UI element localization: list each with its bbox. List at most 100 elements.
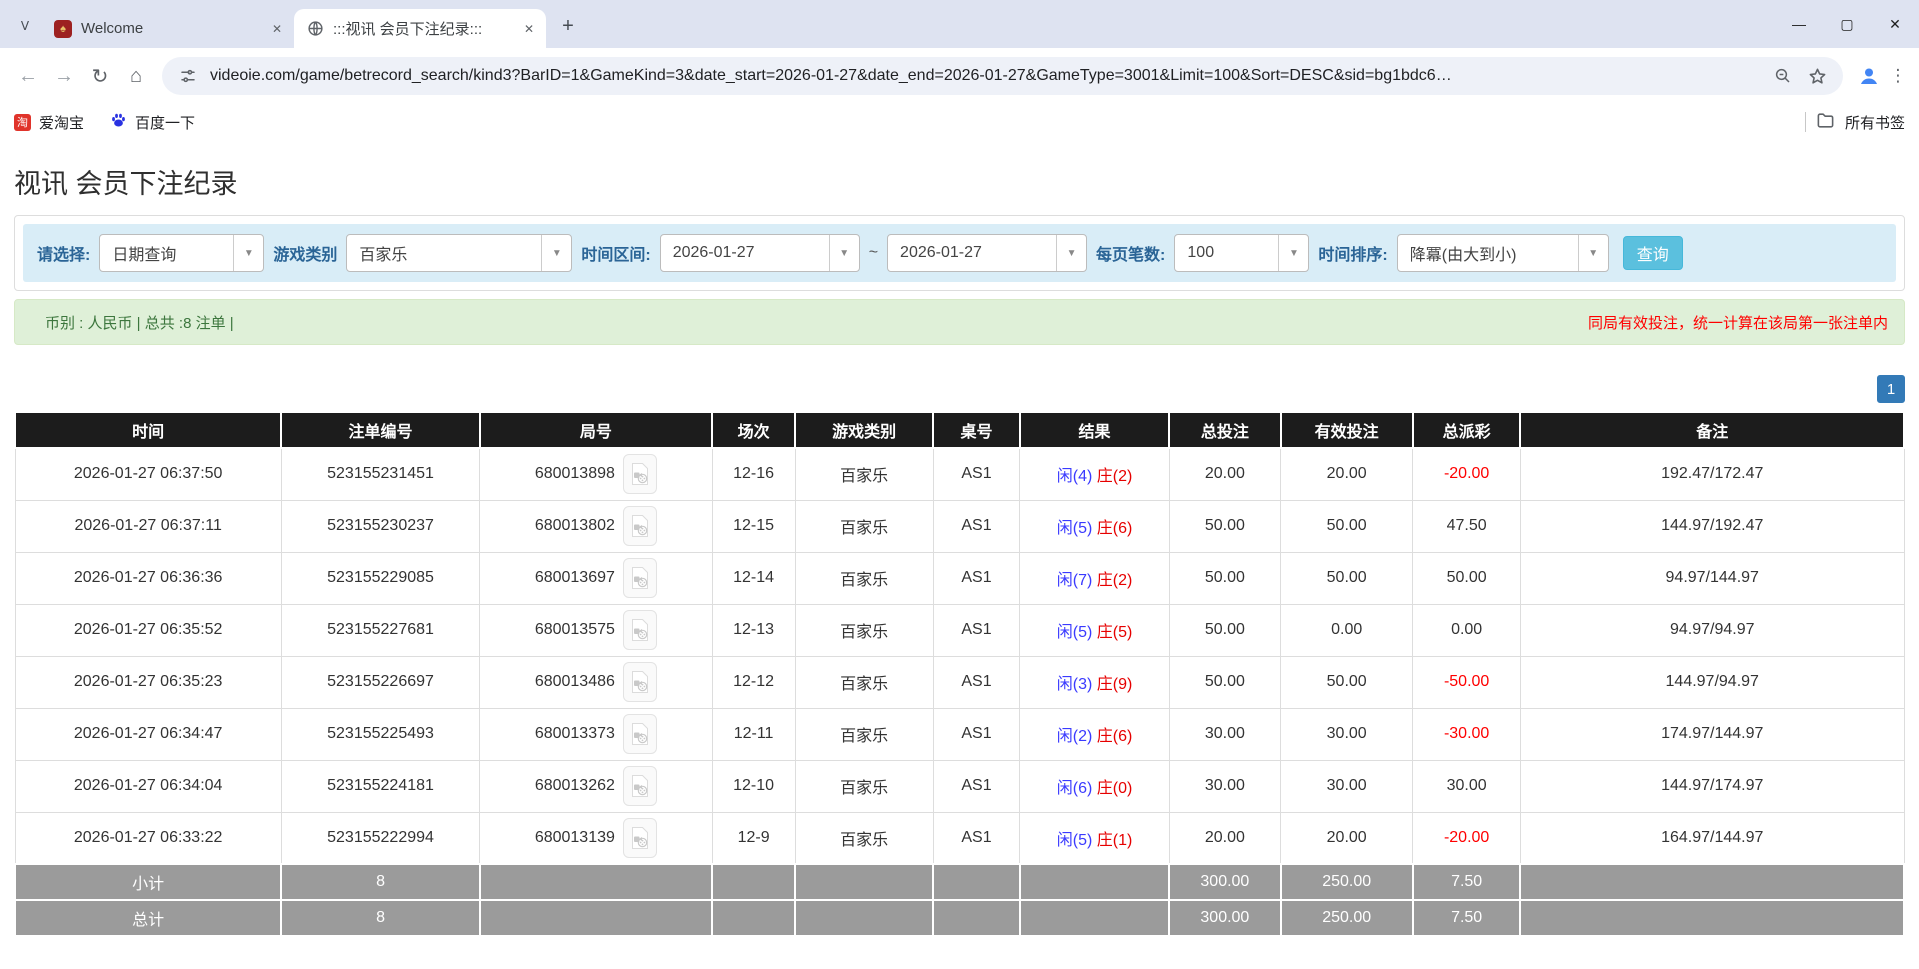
video-replay-icon[interactable] [623, 558, 657, 598]
cell-game-kind: 百家乐 [795, 604, 933, 656]
tab-betrecord[interactable]: :::视讯 会员下注纪录::: ✕ [294, 9, 546, 48]
pagination: 1 [14, 375, 1905, 403]
cell-time: 2026-01-27 06:36:36 [15, 552, 281, 604]
tab-search-chevron-icon[interactable]: ᐯ [12, 13, 38, 39]
date-end-value: 2026-01-27 [888, 235, 1056, 271]
cell-round-id: 680013697 [480, 552, 712, 604]
table-header-row: 时间 注单编号 局号 场次 游戏类别 桌号 结果 总投注 有效投注 总派彩 备注 [15, 412, 1904, 448]
window-controls: — ▢ ✕ [1775, 0, 1919, 48]
video-replay-icon[interactable] [623, 454, 657, 494]
sort-select[interactable]: 降冪(由大到小) ▼ [1397, 234, 1609, 272]
date-start-value: 2026-01-27 [661, 235, 829, 271]
date-end-input[interactable]: 2026-01-27 ▼ [887, 234, 1087, 272]
page-1-button[interactable]: 1 [1877, 375, 1905, 403]
cell-round-id: 680013486 [480, 656, 712, 708]
maximize-button[interactable]: ▢ [1823, 0, 1871, 48]
result-banker-text: 庄(9) [1097, 676, 1133, 693]
tab-close-icon[interactable]: ✕ [520, 20, 538, 38]
sort-label: 时间排序: [1318, 241, 1387, 265]
date-start-input[interactable]: 2026-01-27 ▼ [660, 234, 860, 272]
cell-payout: 50.00 [1413, 552, 1521, 604]
cell-table-no: AS1 [933, 760, 1020, 812]
caret-down-icon: ▼ [541, 235, 571, 271]
table-body: 2026-01-27 06:37:50 523155231451 6800138… [15, 448, 1904, 864]
subtotal-row: 小计 8 300.00 250.00 7.50 [15, 864, 1904, 900]
tab-close-icon[interactable]: ✕ [268, 20, 286, 38]
game-kind-label: 游戏类别 [273, 241, 337, 265]
page-size-select[interactable]: 100 ▼ [1174, 234, 1309, 272]
cell-table-no: AS1 [933, 448, 1020, 500]
cell-payout: -50.00 [1413, 656, 1521, 708]
bookmark-label: 百度一下 [135, 112, 195, 133]
cell-result: 闲(7) 庄(2) [1020, 552, 1169, 604]
reload-icon[interactable]: ↻ [82, 58, 118, 94]
cell-bet-id: 523155227681 [281, 604, 479, 656]
round-id-text: 680013575 [535, 621, 615, 639]
game-kind-select[interactable]: 百家乐 ▼ [346, 234, 572, 272]
result-player-text: 闲(4) [1057, 468, 1093, 485]
cell-valid-bet: 30.00 [1281, 708, 1413, 760]
tab-title: Welcome [81, 20, 259, 37]
caret-down-icon: ▼ [233, 235, 263, 271]
result-player-text: 闲(5) [1057, 520, 1093, 537]
cell-bet-id: 523155229085 [281, 552, 479, 604]
profile-avatar-icon[interactable] [1855, 62, 1883, 90]
search-button[interactable]: 查询 [1623, 236, 1683, 270]
cell-bet-id: 523155222994 [281, 812, 479, 864]
cell-result: 闲(6) 庄(0) [1020, 760, 1169, 812]
cell-bet-id: 523155231451 [281, 448, 479, 500]
cell-session: 12-12 [712, 656, 795, 708]
tab-welcome[interactable]: ♠ Welcome ✕ [42, 9, 294, 48]
video-replay-icon[interactable] [623, 506, 657, 546]
back-icon[interactable]: ← [10, 58, 46, 94]
caret-down-icon: ▼ [1578, 235, 1608, 271]
cell-session: 12-15 [712, 500, 795, 552]
minimize-button[interactable]: — [1775, 0, 1823, 48]
home-icon[interactable]: ⌂ [118, 58, 154, 94]
cell-valid-bet: 30.00 [1281, 760, 1413, 812]
cell-result: 闲(5) 庄(1) [1020, 812, 1169, 864]
table-row: 2026-01-27 06:35:23 523155226697 6800134… [15, 656, 1904, 708]
url-text[interactable]: videoie.com/game/betrecord_search/kind3?… [210, 67, 1761, 85]
folder-icon [1816, 111, 1835, 134]
bookmark-star-icon[interactable] [1805, 67, 1829, 86]
cell-valid-bet: 20.00 [1281, 448, 1413, 500]
result-banker-text: 庄(6) [1097, 728, 1133, 745]
new-tab-button[interactable]: + [554, 12, 582, 40]
query-type-select[interactable]: 日期查询 ▼ [99, 234, 264, 272]
all-bookmarks-label: 所有书签 [1845, 112, 1905, 133]
cell-time: 2026-01-27 06:35:52 [15, 604, 281, 656]
result-player-text: 闲(6) [1057, 780, 1093, 797]
cell-bet-id: 523155224181 [281, 760, 479, 812]
browser-window: ᐯ ♠ Welcome ✕ :::视讯 会员下注纪录::: ✕ + — ▢ ✕ … [0, 0, 1919, 140]
zoom-icon[interactable] [1771, 67, 1795, 85]
bookmark-aitaobao[interactable]: 淘 爱淘宝 [14, 112, 84, 133]
header-round-id: 局号 [480, 412, 712, 448]
video-replay-icon[interactable] [623, 714, 657, 754]
subtotal-total-bet: 300.00 [1169, 864, 1280, 900]
cell-result: 闲(5) 庄(6) [1020, 500, 1169, 552]
grand-total-row: 总计 8 300.00 250.00 7.50 [15, 900, 1904, 936]
video-replay-icon[interactable] [623, 662, 657, 702]
video-replay-icon[interactable] [623, 766, 657, 806]
video-replay-icon[interactable] [623, 610, 657, 650]
all-bookmarks[interactable]: 所有书签 [1805, 111, 1905, 134]
forward-icon[interactable]: → [46, 58, 82, 94]
cell-valid-bet: 0.00 [1281, 604, 1413, 656]
round-id-text: 680013697 [535, 569, 615, 587]
result-banker-text: 庄(0) [1097, 780, 1133, 797]
cell-valid-bet: 50.00 [1281, 552, 1413, 604]
close-button[interactable]: ✕ [1871, 0, 1919, 48]
browser-menu-icon[interactable]: ⋮ [1887, 66, 1909, 86]
grand-total-valid-bet: 250.00 [1281, 900, 1413, 936]
address-bar[interactable]: videoie.com/game/betrecord_search/kind3?… [162, 57, 1843, 95]
video-replay-icon[interactable] [623, 818, 657, 858]
cell-time: 2026-01-27 06:34:04 [15, 760, 281, 812]
cell-session: 12-11 [712, 708, 795, 760]
bookmark-baidu[interactable]: 百度一下 [110, 112, 195, 133]
summary-bar: 币别 : 人民币 | 总共 :8 注单 | 同局有效投注，统一计算在该局第一张注… [14, 299, 1905, 345]
header-game-kind: 游戏类别 [795, 412, 933, 448]
site-settings-icon[interactable] [176, 67, 200, 85]
cell-time: 2026-01-27 06:33:22 [15, 812, 281, 864]
cell-result: 闲(5) 庄(5) [1020, 604, 1169, 656]
